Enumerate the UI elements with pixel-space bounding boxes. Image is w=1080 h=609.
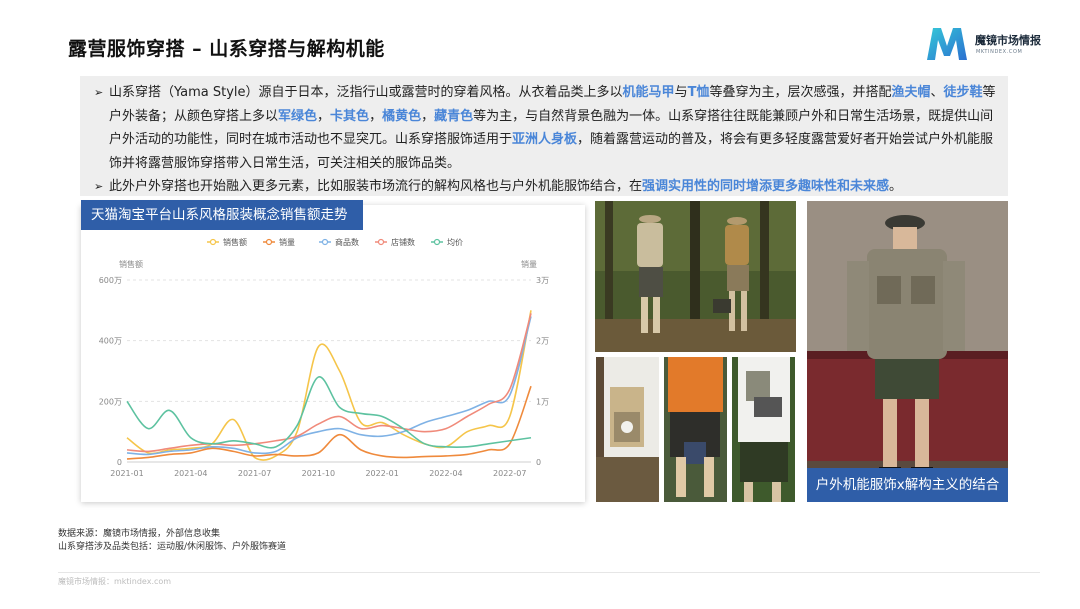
legend-label: 商品数 (335, 237, 359, 247)
intro-textbox: ➢ 山系穿搭（Yama Style）源自于日本，泛指行山或露营时的穿着风格。从衣… (80, 76, 1008, 196)
photo-hikers-forest (595, 201, 796, 352)
legend-label: 店铺数 (391, 237, 415, 247)
y-tick-left: 600万 (99, 276, 122, 285)
arrow-bullet-icon: ➢ (94, 180, 104, 193)
body-text: 、 (930, 85, 944, 100)
highlight-text: 徒步鞋 (943, 85, 983, 100)
y-tick-left: 400万 (99, 337, 122, 346)
highlight-text: 机能马甲 (622, 85, 675, 100)
source-line-2: 山系穿搭涉及品类包括：运动服/休闲服饰、户外服饰赛道 (58, 542, 287, 552)
source-note: 数据来源：魔镜市场情报，外部信息收集 山系穿搭涉及品类包括：运动服/休闲服饰、户… (58, 528, 286, 554)
photo-techwear-model (807, 201, 1008, 502)
body-text: ， (421, 108, 435, 124)
source-line-1: 数据来源：魔镜市场情报，外部信息收集 (58, 529, 221, 539)
photo-vest-pouch (596, 357, 659, 502)
bullet-yama-style: ➢ 山系穿搭（Yama Style）源自于日本，泛指行山或露营时的穿着风格。从衣… (94, 81, 1000, 175)
logo-name: 魔镜市场情报 (975, 34, 1041, 47)
highlight-text: 亚洲人身板 (512, 132, 578, 147)
body-text: 与 (674, 85, 688, 100)
bullet-deconstruction: ➢ 此外户外穿搭也开始融入更多元素，比如服装市场流行的解构风格也与户外机能服饰结… (94, 175, 1000, 199)
highlight-text: 卡其色 (330, 108, 370, 124)
x-tick: 2022-07 (493, 469, 526, 478)
series-line-销售额 (126, 310, 532, 461)
y-axis-right-label: 销量 (521, 259, 537, 269)
highlight-text: 橘黄色 (382, 108, 422, 124)
series-line-均价 (126, 376, 532, 449)
orange-tee-image (664, 357, 727, 502)
legend-marker (433, 238, 441, 246)
graphic-tee-image (732, 357, 795, 502)
legend-marker (265, 238, 273, 246)
bullet-text: 此外户外穿搭也开始融入更多元素，比如服装市场流行的解构风格也与户外机能服饰结合，… (109, 179, 902, 194)
legend-label: 均价 (447, 237, 463, 247)
arrow-bullet-icon: ➢ (94, 86, 104, 99)
highlight-text: T恤 (687, 85, 710, 100)
hikers-forest-image (595, 201, 796, 352)
x-tick: 2022-01 (365, 469, 398, 478)
x-tick: 2021-01 (110, 469, 143, 478)
y-tick-right: 3万 (536, 276, 549, 285)
techwear-model-image (807, 201, 1008, 502)
x-tick: 2021-04 (174, 469, 207, 478)
body-text: ， (317, 108, 331, 124)
highlight-text: 藏青色 (434, 108, 474, 124)
body-text: ， (369, 108, 383, 124)
legend-marker (209, 238, 217, 246)
body-text: 此外户外穿搭也开始融入更多元素，比如服装市场流行的解构风格也与户外机能服饰结合，… (109, 179, 643, 194)
vest-pouch-image (596, 357, 659, 502)
y-tick-left: 0 (117, 458, 122, 467)
logo-mark-icon (927, 28, 967, 60)
body-text: 。 (889, 179, 903, 194)
page-title: 露营服饰穿搭 – 山系穿搭与解构机能 (68, 38, 385, 60)
logo: 魔镜市场情报 MKTINDEX.COM (925, 24, 1055, 64)
legend-label: 销售额 (223, 237, 247, 247)
highlight-text: 军绿色 (278, 108, 318, 124)
photo-caption: 户外机能服饰x解构主义的结合 (807, 468, 1008, 502)
y-tick-right: 2万 (536, 337, 549, 346)
legend-marker (377, 238, 385, 246)
chart-title: 天猫淘宝平台山系风格服装概念销售额走势 (81, 200, 363, 230)
photo-orange-tee (664, 357, 727, 502)
y-tick-left: 200万 (99, 397, 122, 406)
y-tick-right: 1万 (536, 397, 549, 406)
x-tick: 2022-04 (429, 469, 462, 478)
body-text: 山系穿搭（Yama Style）源自于日本，泛指行山或露营时的穿着风格。从衣着品… (109, 85, 623, 100)
footer-divider (58, 572, 1040, 573)
logo-url: MKTINDEX.COM (976, 49, 1023, 55)
y-axis-left-label: 销售额 (119, 259, 143, 269)
y-tick-right: 0 (536, 458, 541, 467)
x-tick: 2021-10 (302, 469, 335, 478)
photo-graphic-tee (732, 357, 795, 502)
highlight-text: 强调实用性的同时增添更多趣味性和未来感 (642, 179, 890, 194)
sales-trend-chart: 销售额 销量 商品数 店铺数 均价销售额 销量0 0200万 1万400万 2万600万 3万20… (99, 237, 549, 478)
legend-marker (321, 238, 329, 246)
body-text: 等叠穿为主，层次感强，并搭配 (709, 85, 892, 100)
legend-label: 销量 (279, 237, 295, 247)
bullet-text: 山系穿搭（Yama Style）源自于日本，泛指行山或露营时的穿着风格。从衣着品… (109, 85, 996, 171)
x-tick: 2021-07 (238, 469, 271, 478)
footer-text: 魔镜市场情报：mktindex.com (58, 577, 172, 586)
highlight-text: 渔夫帽 (891, 85, 931, 100)
